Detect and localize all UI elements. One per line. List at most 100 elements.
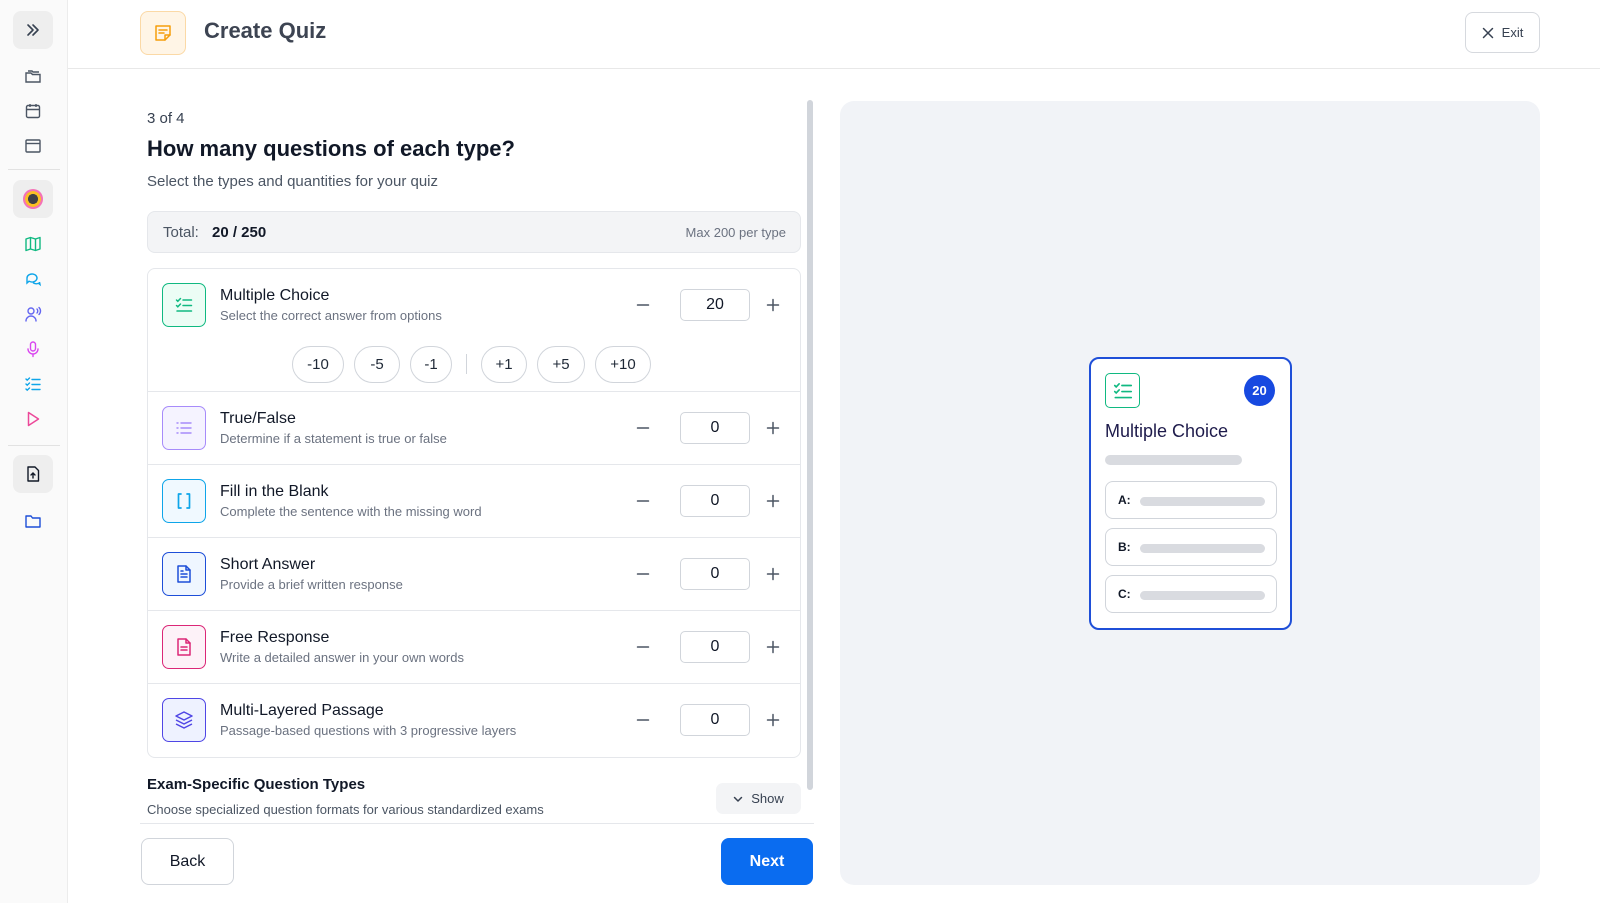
map-icon <box>25 236 41 252</box>
quick-plus-10-button[interactable]: +10 <box>595 345 651 383</box>
plus-icon <box>766 298 780 312</box>
option-label: A: <box>1118 493 1131 507</box>
exit-button[interactable]: Exit <box>1465 12 1540 53</box>
type-name: Free Response <box>220 629 330 646</box>
step-indicator: 3 of 4 <box>147 110 185 127</box>
quick-minus-1-button[interactable]: -1 <box>410 345 452 383</box>
show-label: Show <box>751 791 784 806</box>
type-row-multi-layered-passage[interactable]: Multi-Layered Passage Passage-based ques… <box>148 684 800 757</box>
checklist-icon <box>25 377 41 392</box>
decrement-button[interactable] <box>633 491 653 511</box>
quantity-input[interactable] <box>680 412 750 444</box>
placeholder-bar <box>1140 591 1265 600</box>
quantity-input[interactable] <box>680 631 750 663</box>
sidebar-item-window[interactable] <box>22 135 44 157</box>
plus-icon <box>766 494 780 508</box>
back-button[interactable]: Back <box>141 838 234 885</box>
type-row-multiple-choice[interactable]: Multiple Choice Select the correct answe… <box>148 269 800 392</box>
page-title: Create Quiz <box>204 18 327 43</box>
minus-icon <box>636 427 650 429</box>
quick-plus-5-button[interactable]: +5 <box>537 345 585 383</box>
decrement-button[interactable] <box>633 295 653 315</box>
sidebar-item-calendar[interactable] <box>22 100 44 122</box>
checklist-icon <box>1105 373 1140 408</box>
list-icon <box>162 406 206 450</box>
form-scrollbar[interactable] <box>807 100 813 790</box>
type-row-free-response[interactable]: Free Response Write a detailed answer in… <box>148 611 800 684</box>
document-pink-icon <box>162 625 206 669</box>
count-badge: 20 <box>1244 375 1275 406</box>
sidebar-item-microphone[interactable] <box>22 338 44 360</box>
increment-button[interactable] <box>763 418 783 438</box>
increment-button[interactable] <box>763 295 783 315</box>
increment-button[interactable] <box>763 637 783 657</box>
plus-icon <box>766 640 780 654</box>
decrement-button[interactable] <box>633 637 653 657</box>
sidebar-item-checklist[interactable] <box>22 373 44 395</box>
minus-icon <box>636 719 650 721</box>
minus-icon <box>636 573 650 575</box>
increment-button[interactable] <box>763 491 783 511</box>
question-title: How many questions of each type? <box>147 136 515 161</box>
type-name: Fill in the Blank <box>220 483 329 500</box>
quick-plus-1-button[interactable]: +1 <box>481 345 527 383</box>
question-subtitle: Select the types and quantities for your… <box>147 173 439 190</box>
type-desc: Provide a brief written response <box>220 577 403 592</box>
increment-button[interactable] <box>763 564 783 584</box>
type-name: Multiple Choice <box>220 287 330 304</box>
placeholder-line <box>1105 455 1242 465</box>
quick-minus-5-button[interactable]: -5 <box>354 345 400 383</box>
option-label: B: <box>1118 540 1131 554</box>
decrement-button[interactable] <box>633 564 653 584</box>
question-types-list: Multiple Choice Select the correct answe… <box>147 268 801 758</box>
type-row-true-false[interactable]: True/False Determine if a statement is t… <box>148 392 800 465</box>
show-exam-types-button[interactable]: Show <box>716 783 801 814</box>
preview-card: 20 Multiple Choice A: B: C: <box>1089 357 1292 630</box>
quantity-input[interactable] <box>680 558 750 590</box>
folders-icon <box>25 70 41 83</box>
quantity-input[interactable] <box>680 704 750 736</box>
sidebar-item-folder[interactable] <box>22 510 44 532</box>
type-row-short-answer[interactable]: Short Answer Provide a brief written res… <box>148 538 800 611</box>
microphone-icon <box>27 341 39 358</box>
type-desc: Select the correct answer from options <box>220 308 442 323</box>
quantity-input[interactable] <box>680 485 750 517</box>
next-button[interactable]: Next <box>721 838 813 885</box>
decrement-button[interactable] <box>633 710 653 730</box>
expand-sidebar-button[interactable] <box>13 11 53 49</box>
sidebar-item-chat[interactable] <box>22 268 44 290</box>
window-icon <box>25 139 41 153</box>
type-name: True/False <box>220 410 296 427</box>
total-value: 20 / 250 <box>212 224 267 241</box>
preview-panel: 20 Multiple Choice A: B: C: <box>840 101 1540 885</box>
decrement-button[interactable] <box>633 418 653 438</box>
increment-button[interactable] <box>763 710 783 730</box>
quantity-input[interactable] <box>680 289 750 321</box>
sidebar-item-profile[interactable] <box>13 180 53 218</box>
voice-user-icon <box>25 306 42 322</box>
max-per-type-label: Max 200 per type <box>685 225 786 240</box>
type-desc: Determine if a statement is true or fals… <box>220 431 447 446</box>
plus-icon <box>766 567 780 581</box>
type-row-fill-blank[interactable]: Fill in the Blank Complete the sentence … <box>148 465 800 538</box>
quick-minus-10-button[interactable]: -10 <box>292 345 344 383</box>
footer-divider <box>140 823 814 824</box>
total-bar: Total: 20 / 250 Max 200 per type <box>147 211 801 253</box>
sidebar-item-map[interactable] <box>22 233 44 255</box>
brackets-icon <box>162 479 206 523</box>
option-label: C: <box>1118 587 1131 601</box>
header: Create Quiz Exit <box>68 0 1600 69</box>
exam-types-title: Exam-Specific Question Types <box>147 776 366 793</box>
sidebar-item-voice[interactable] <box>22 303 44 325</box>
avatar-icon <box>23 189 43 209</box>
type-desc: Passage-based questions with 3 progressi… <box>220 723 517 738</box>
type-desc: Complete the sentence with the missing w… <box>220 504 482 519</box>
minus-icon <box>636 646 650 648</box>
type-name: Short Answer <box>220 556 316 573</box>
sidebar-item-upload[interactable] <box>13 455 53 493</box>
sidebar-item-folders[interactable] <box>22 65 44 87</box>
file-upload-icon <box>27 466 40 482</box>
quick-adjust-row: -10 -5 -1 +1 +5 +10 <box>292 345 651 383</box>
folder-icon <box>25 515 41 528</box>
sidebar-item-play[interactable] <box>22 408 44 430</box>
